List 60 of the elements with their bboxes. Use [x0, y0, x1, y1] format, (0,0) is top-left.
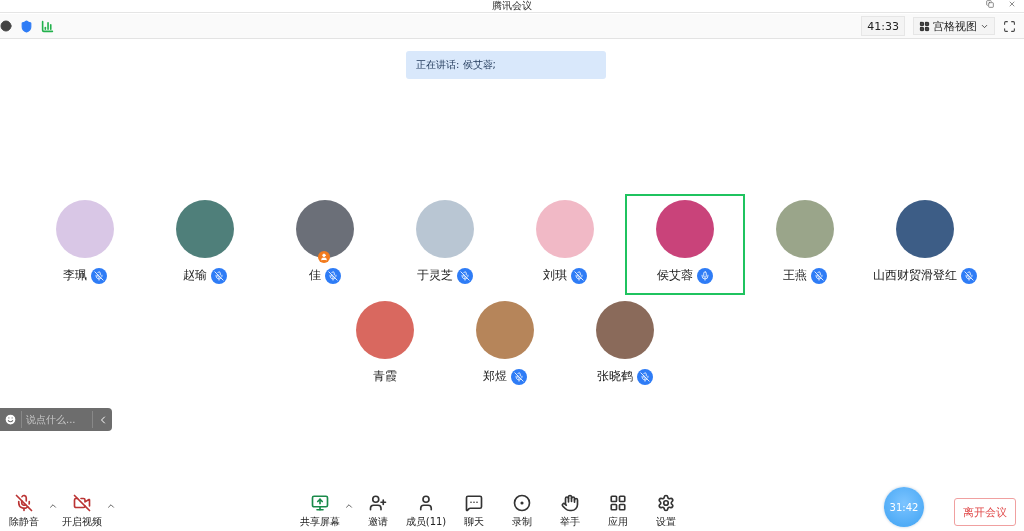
toolbar-button[interactable]: 除静音 — [0, 493, 48, 529]
apps-icon — [609, 494, 627, 512]
participant-tile[interactable]: 郑煜 — [445, 295, 565, 396]
chat-icon — [465, 494, 483, 512]
settings-icon — [657, 494, 675, 512]
chat-input-field[interactable]: 说点什么... — [0, 408, 112, 431]
record-icon — [513, 494, 531, 512]
toolbar-button[interactable]: 开启视频 — [58, 493, 106, 529]
toolbar-button[interactable]: 举手 — [546, 493, 594, 529]
shield-icon[interactable] — [20, 19, 33, 33]
leave-meeting-button[interactable]: 离开会议 — [954, 498, 1016, 526]
signal-icon[interactable] — [41, 19, 54, 33]
participant-tile[interactable]: 于灵芝 — [385, 194, 505, 295]
add-user-icon — [369, 494, 387, 512]
toolbar-button[interactable]: 录制 — [498, 493, 546, 529]
active-speaker-tile[interactable]: 侯艾蓉 — [625, 194, 745, 295]
meeting-time: 41:33 — [861, 16, 905, 36]
window-title: 腾讯会议 — [492, 0, 532, 12]
toolbar-button[interactable]: 设置 — [642, 493, 690, 529]
participant-tile[interactable]: 张晓鹤 — [565, 295, 685, 396]
participant-name: 侯艾蓉 — [657, 267, 693, 284]
participant-tile[interactable]: 佳 — [265, 194, 385, 295]
status-dot-icon[interactable] — [0, 20, 12, 32]
participant-name: 赵瑜 — [183, 267, 207, 284]
toolbar-button[interactable]: 聊天 — [450, 493, 498, 529]
participant-name: 山西财贸滑登红 — [873, 267, 957, 284]
participant-name: 青霞 — [373, 368, 397, 385]
caret-icon[interactable] — [48, 501, 58, 511]
close-icon[interactable] — [1008, 0, 1016, 8]
toolbar-button[interactable]: 成员(11) — [402, 493, 450, 529]
participant-tile[interactable]: 刘琪 — [505, 194, 625, 295]
participant-tile[interactable]: 王燕 — [745, 194, 865, 295]
speaker-banner: 正在讲话: 侯艾蓉; — [406, 51, 606, 79]
participant-name: 郑煜 — [483, 368, 507, 385]
share-screen-icon — [311, 494, 329, 512]
camera-off-icon — [73, 494, 91, 512]
toolbar-button[interactable]: 邀请 — [354, 493, 402, 529]
restore-icon[interactable] — [986, 0, 994, 8]
fullscreen-icon[interactable] — [1003, 19, 1016, 33]
participant-name: 佳 — [309, 267, 321, 284]
participant-tile[interactable]: 赵瑜 — [145, 194, 265, 295]
participant-name: 刘琪 — [543, 267, 567, 284]
grid-icon — [919, 20, 930, 32]
participant-name: 李珮 — [63, 267, 87, 284]
participant-tile[interactable]: 李珮 — [25, 194, 145, 295]
participant-tile[interactable]: 山西财贸滑登红 — [865, 194, 985, 295]
view-button[interactable]: 宫格视图 — [913, 17, 995, 35]
toolbar-button[interactable]: 共享屏幕 — [296, 493, 344, 529]
muted-mic-icon — [15, 494, 33, 512]
members-icon — [417, 494, 435, 512]
participant-name: 张晓鹤 — [597, 368, 633, 385]
meeting-timer: 31:42 — [884, 487, 924, 527]
participant-tile[interactable]: 青霞 — [325, 295, 445, 396]
toolbar-button[interactable]: 应用 — [594, 493, 642, 529]
emoji-icon[interactable] — [4, 413, 17, 426]
caret-icon[interactable] — [106, 501, 116, 511]
hand-icon — [561, 494, 579, 512]
participant-name: 王燕 — [783, 267, 807, 284]
participant-name: 于灵芝 — [417, 267, 453, 284]
caret-icon[interactable] — [344, 501, 354, 511]
